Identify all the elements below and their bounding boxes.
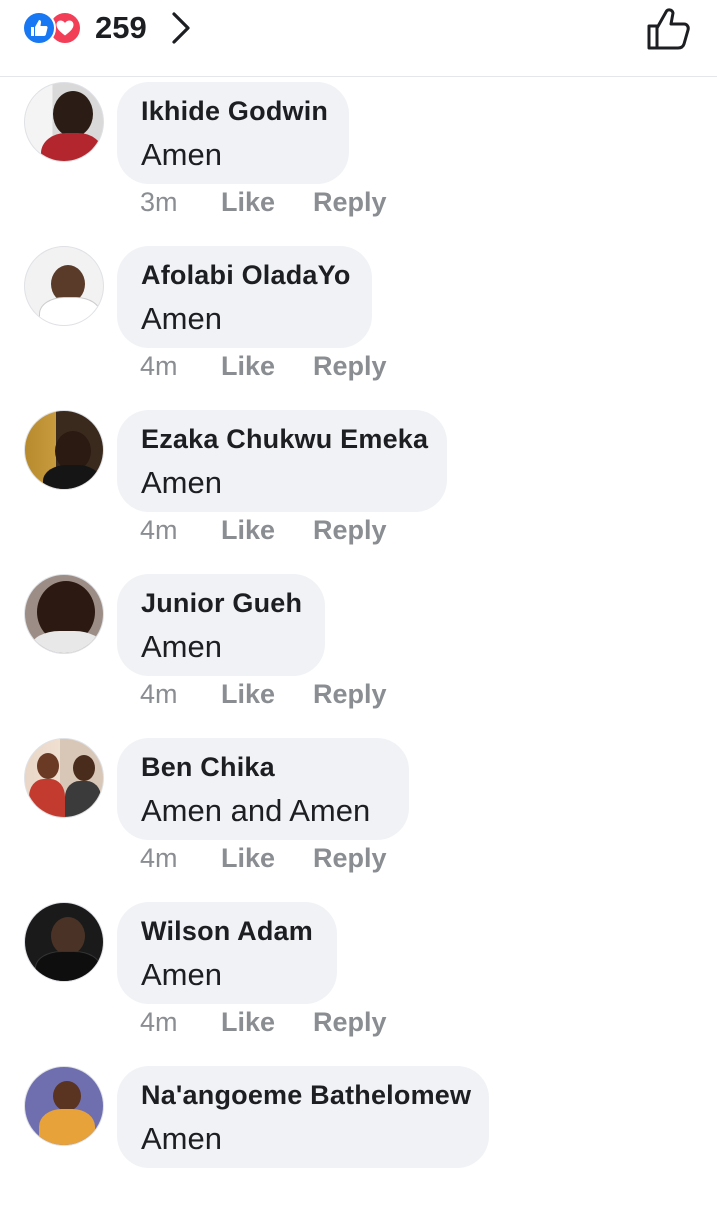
commenter-name[interactable]: Afolabi OladaYo: [141, 260, 350, 291]
comment-time: 4m: [140, 515, 178, 545]
comment-item: Afolabi OladaYo Amen 4m Like Reply: [0, 246, 717, 410]
comment-item: Junior Gueh Amen 4m Like Reply: [0, 574, 717, 738]
avatar[interactable]: [24, 410, 104, 490]
like-button[interactable]: Like: [221, 679, 275, 710]
avatar[interactable]: [24, 902, 104, 982]
avatar[interactable]: [24, 246, 104, 326]
comment-text: Amen and Amen: [141, 793, 371, 828]
reply-button[interactable]: Reply: [313, 351, 387, 382]
comment-text: Amen: [141, 957, 222, 992]
comment-text: Amen: [141, 301, 222, 336]
comment-item: Ben Chika Amen and Amen 4m Like Reply: [0, 738, 717, 902]
reply-button[interactable]: Reply: [313, 515, 387, 546]
reaction-count[interactable]: 259: [95, 10, 147, 46]
like-button[interactable]: Like: [221, 351, 275, 382]
commenter-name[interactable]: Ezaka Chukwu Emeka: [141, 424, 428, 455]
comment-text: Amen: [141, 1121, 222, 1156]
like-button[interactable]: Like: [221, 515, 275, 546]
comment-bubble[interactable]: Ben Chika Amen and Amen: [117, 738, 409, 840]
comment-time: 4m: [140, 351, 178, 381]
commenter-name[interactable]: Wilson Adam: [141, 916, 313, 947]
reply-button[interactable]: Reply: [313, 679, 387, 710]
avatar[interactable]: [24, 82, 104, 162]
avatar[interactable]: [24, 1066, 104, 1146]
comment-text: Amen: [141, 137, 222, 172]
comment-bubble[interactable]: Ikhide Godwin Amen: [117, 82, 349, 184]
like-thumb-icon[interactable]: [644, 6, 692, 52]
comment-item: Na'angoeme Bathelomew Amen: [0, 1066, 717, 1230]
avatar[interactable]: [24, 738, 104, 818]
commenter-name[interactable]: Ben Chika: [141, 752, 385, 783]
comment-item: Ezaka Chukwu Emeka Amen 4m Like Reply: [0, 410, 717, 574]
reply-button[interactable]: Reply: [313, 1007, 387, 1038]
like-button[interactable]: Like: [221, 187, 275, 218]
commenter-name[interactable]: Na'angoeme Bathelomew: [141, 1080, 471, 1111]
comment-text: Amen: [141, 465, 222, 500]
chevron-right-icon[interactable]: [166, 10, 196, 46]
comment-bubble[interactable]: Ezaka Chukwu Emeka Amen: [117, 410, 447, 512]
comment-text: Amen: [141, 629, 222, 664]
commenter-name[interactable]: Junior Gueh: [141, 588, 302, 619]
comment-bubble[interactable]: Wilson Adam Amen: [117, 902, 337, 1004]
comment-bubble[interactable]: Na'angoeme Bathelomew Amen: [117, 1066, 489, 1168]
comment-time: 4m: [140, 679, 178, 709]
reactions-header: 259: [0, 0, 717, 77]
comment-bubble[interactable]: Afolabi OladaYo Amen: [117, 246, 372, 348]
reply-button[interactable]: Reply: [313, 187, 387, 218]
comment-item: Ikhide Godwin Amen 3m Like Reply: [0, 82, 717, 246]
comment-time: 4m: [140, 843, 178, 873]
like-button[interactable]: Like: [221, 1007, 275, 1038]
comment-bubble[interactable]: Junior Gueh Amen: [117, 574, 325, 676]
like-button[interactable]: Like: [221, 843, 275, 874]
comment-item: Wilson Adam Amen 4m Like Reply: [0, 902, 717, 1066]
reply-button[interactable]: Reply: [313, 843, 387, 874]
comment-time: 4m: [140, 1007, 178, 1037]
avatar[interactable]: [24, 574, 104, 654]
commenter-name[interactable]: Ikhide Godwin: [141, 96, 328, 127]
like-reaction-icon: [22, 11, 56, 45]
comment-time: 3m: [140, 187, 178, 217]
